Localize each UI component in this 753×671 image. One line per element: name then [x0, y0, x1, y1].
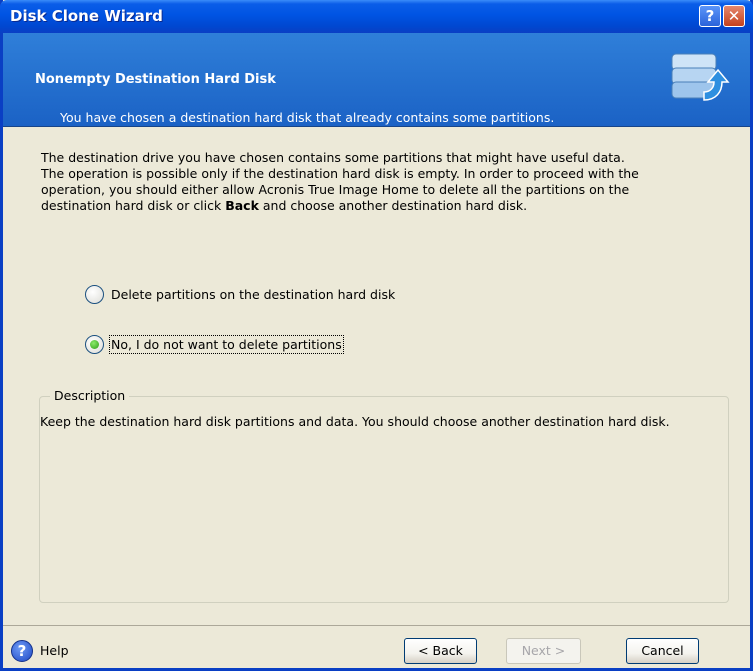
cancel-button[interactable]: Cancel [626, 638, 699, 664]
instruction-line: operation, you should either allow Acron… [41, 182, 630, 197]
instruction-line: destination hard disk or click Back and … [41, 198, 528, 213]
instruction-text: The destination drive you have chosen co… [41, 150, 731, 214]
title-bar[interactable]: Disk Clone Wizard ? ✕ [0, 0, 753, 33]
disk-clone-icon [671, 53, 730, 101]
description-text: Keep the destination hard disk partition… [40, 414, 670, 429]
description-groupbox: Description Keep the destination hard di… [39, 388, 729, 603]
header-title: Nonempty Destination Hard Disk [35, 72, 276, 87]
window-title: Disk Clone Wizard [10, 7, 163, 25]
description-legend: Description [50, 388, 130, 403]
delete-partitions-option[interactable]: Delete partitions on the destination har… [85, 283, 395, 305]
instruction-line: The operation is possible only if the de… [41, 166, 639, 181]
keep-partitions-option[interactable]: No, I do not want to delete partitions [85, 333, 344, 355]
keep-partitions-label[interactable]: No, I do not want to delete partitions [109, 334, 344, 354]
help-title-button[interactable]: ? [699, 5, 721, 27]
close-button[interactable]: ✕ [723, 5, 745, 27]
footer-divider [3, 625, 750, 626]
help-link[interactable]: Help [40, 643, 69, 658]
wizard-window: Disk Clone Wizard ? ✕ Nonempty Destinati… [0, 0, 753, 671]
delete-partitions-radio[interactable] [85, 284, 104, 304]
keep-partitions-radio[interactable] [85, 334, 104, 354]
back-button[interactable]: < Back [404, 638, 477, 664]
delete-partitions-label[interactable]: Delete partitions on the destination har… [111, 287, 395, 302]
back-reference: Back [225, 198, 259, 213]
instruction-line: The destination drive you have chosen co… [41, 150, 625, 165]
next-button[interactable]: Next > [506, 638, 581, 664]
header-subtitle: You have chosen a destination hard disk … [60, 110, 555, 125]
help-icon[interactable]: ? [11, 640, 33, 662]
